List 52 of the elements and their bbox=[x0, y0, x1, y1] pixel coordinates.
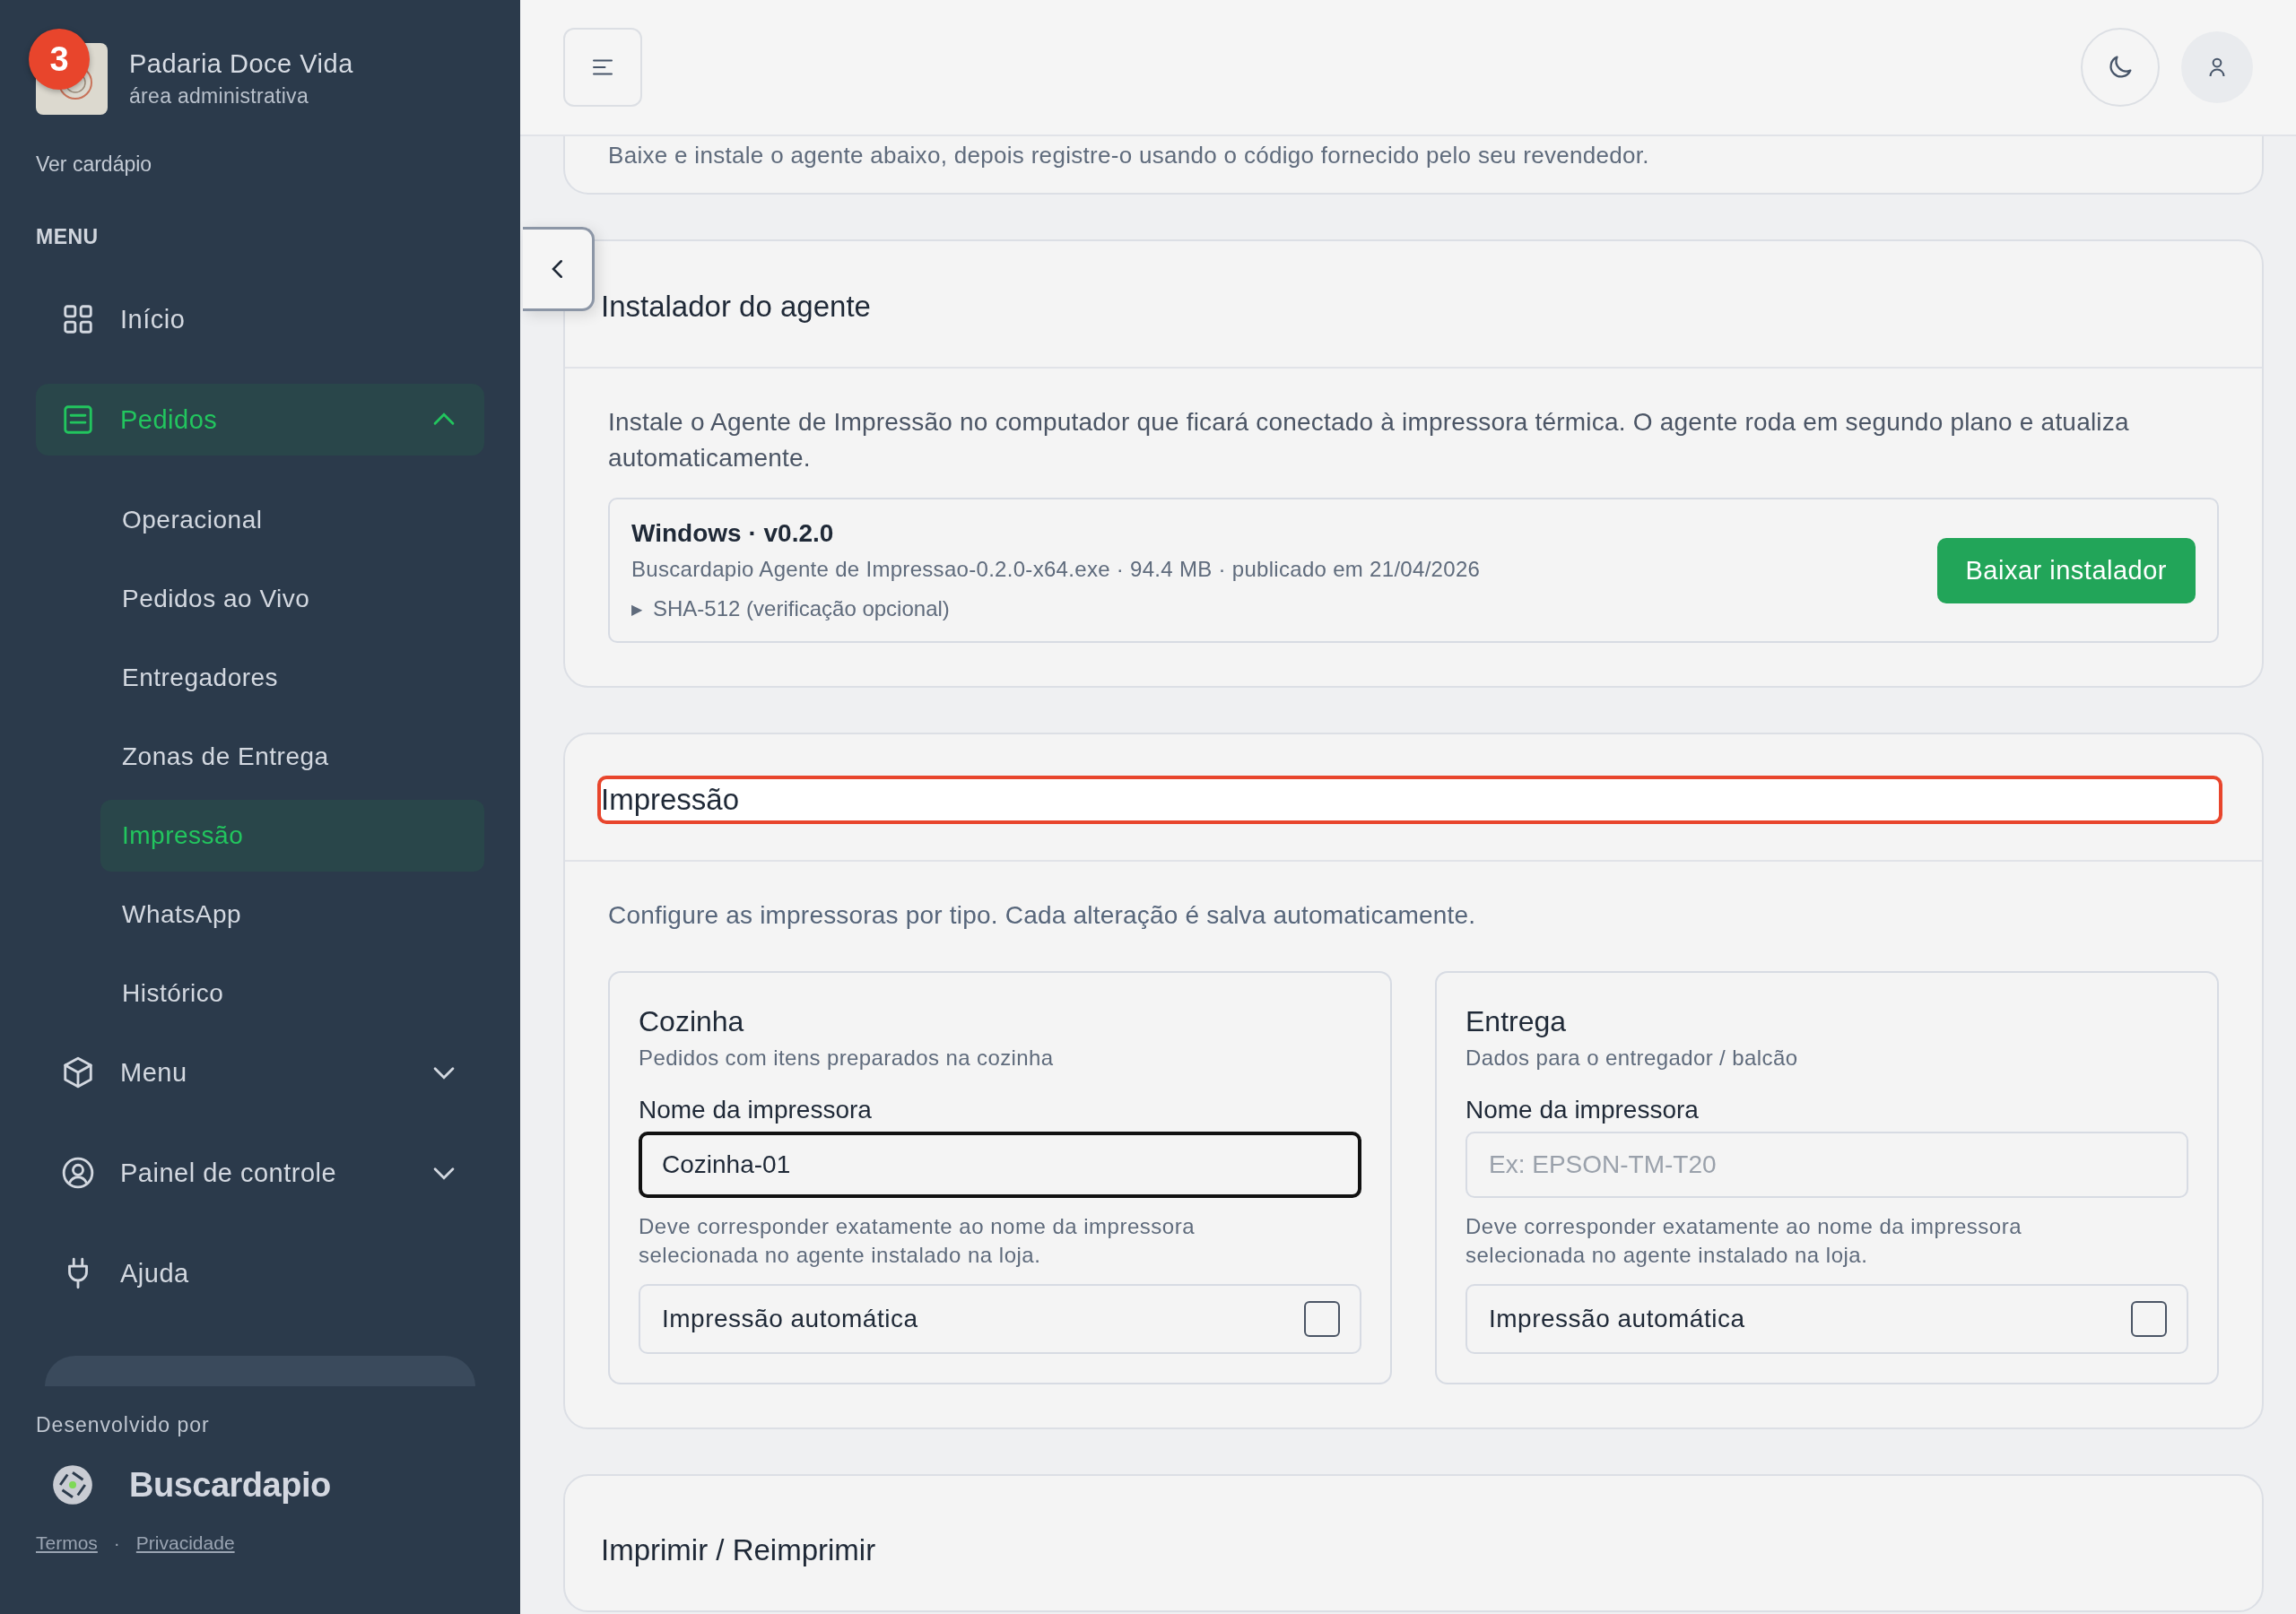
field-label: Nome da impressora bbox=[639, 1096, 873, 1124]
sidebar-item[interactable]: Ajuda bbox=[36, 1237, 484, 1309]
printer-subtitle: Pedidos com itens preparados na cozinha bbox=[639, 1046, 1055, 1071]
intro-text: Baixe e instale o agente abaixo, depois registre-o usando o código fornecido pelo seu revendedor. bbox=[608, 142, 1650, 169]
developer-name: Buscardapio bbox=[129, 1465, 331, 1505]
credit-label: Desenvolvido por bbox=[36, 1413, 211, 1437]
aperture-logo-icon bbox=[52, 1464, 93, 1506]
checkbox[interactable] bbox=[1304, 1301, 1340, 1337]
sidebar-item[interactable]: Pedidos bbox=[36, 384, 484, 456]
printing-description: Configure as impressoras por tipo. Cada alteração é salva automaticamente. bbox=[608, 900, 1477, 931]
box-icon bbox=[61, 1055, 95, 1089]
sidebar-subitem[interactable]: Operacional bbox=[100, 484, 484, 556]
grid-icon bbox=[61, 302, 95, 336]
sidebar-subitem[interactable]: Histórico bbox=[100, 958, 484, 1029]
card-title: Instalador do agente bbox=[600, 289, 872, 325]
sidebar-item[interactable]: Painel de controle bbox=[36, 1137, 484, 1209]
card-title: Imprimir / Reimprimir bbox=[600, 1532, 877, 1568]
sidebar-item[interactable]: Início bbox=[36, 283, 484, 355]
checksum-toggle[interactable]: ▶ SHA-512 (verificação opcional) bbox=[631, 596, 1481, 621]
user-icon bbox=[61, 1156, 95, 1190]
store-name: Padaria Doce Vida bbox=[129, 49, 353, 79]
auto-print-label: Impressão automática bbox=[1489, 1305, 1745, 1333]
card-title: Impressão bbox=[597, 776, 2222, 824]
printer-name-field[interactable]: Ex: EPSON-TM-T20 bbox=[1465, 1132, 2188, 1198]
checkbox[interactable] bbox=[2131, 1301, 2167, 1337]
sidebar-subitem[interactable]: Impressão bbox=[100, 800, 484, 872]
section-label: MENU bbox=[36, 225, 100, 249]
printer-subtitle: Dados para o entregador / balcão bbox=[1465, 1046, 1799, 1071]
printer-name-field[interactable]: Cozinha-01 bbox=[639, 1132, 1361, 1198]
sidebar-subitem[interactable]: Pedidos ao Vivo bbox=[100, 563, 484, 635]
sidebar-subitem[interactable]: WhatsApp bbox=[100, 879, 484, 950]
view-menu-link[interactable]: Ver cardápio bbox=[36, 152, 152, 177]
field-hint: Deve corresponder exatamente ao nome da impressora selecionada no agente instalado na loja. bbox=[639, 1213, 1196, 1269]
collapse-sidebar-button[interactable] bbox=[523, 227, 595, 311]
installer-description: Instale o Agente de Impressão no computador que ficará conectado à impressora térmica. O agente roda em segundo plano e atualiza automaticamente. bbox=[608, 407, 2130, 473]
release-details: Buscardapio Agente de Impressao-0.2.0-x64.exe · 94.4 MB · publicado em 21/04/2026 bbox=[631, 557, 1481, 582]
list-icon bbox=[61, 403, 95, 437]
auto-print-label: Impressão automática bbox=[662, 1305, 918, 1333]
notification-badge: 3 bbox=[29, 29, 90, 90]
store-subtitle: área administrativa bbox=[129, 84, 309, 108]
footer-link[interactable]: Privacidade bbox=[135, 1532, 235, 1554]
release-title: Windows · v0.2.0 bbox=[631, 519, 835, 548]
sidebar-item[interactable]: Menu bbox=[36, 1037, 484, 1108]
separator-dot: · bbox=[113, 1532, 120, 1554]
sidebar-subitem[interactable]: Entregadores bbox=[100, 642, 484, 714]
printer-type: Cozinha bbox=[639, 1005, 745, 1038]
menu-button[interactable] bbox=[563, 28, 642, 107]
sidebar-subitem[interactable]: Zonas de Entrega bbox=[100, 721, 484, 793]
printer-type: Entrega bbox=[1465, 1005, 1568, 1038]
field-label: Nome da impressora bbox=[1465, 1096, 1700, 1124]
field-hint: Deve corresponder exatamente ao nome da impressora selecionada no agente instalado na loja. bbox=[1465, 1213, 2022, 1269]
footer-link[interactable]: Termos bbox=[36, 1532, 98, 1554]
